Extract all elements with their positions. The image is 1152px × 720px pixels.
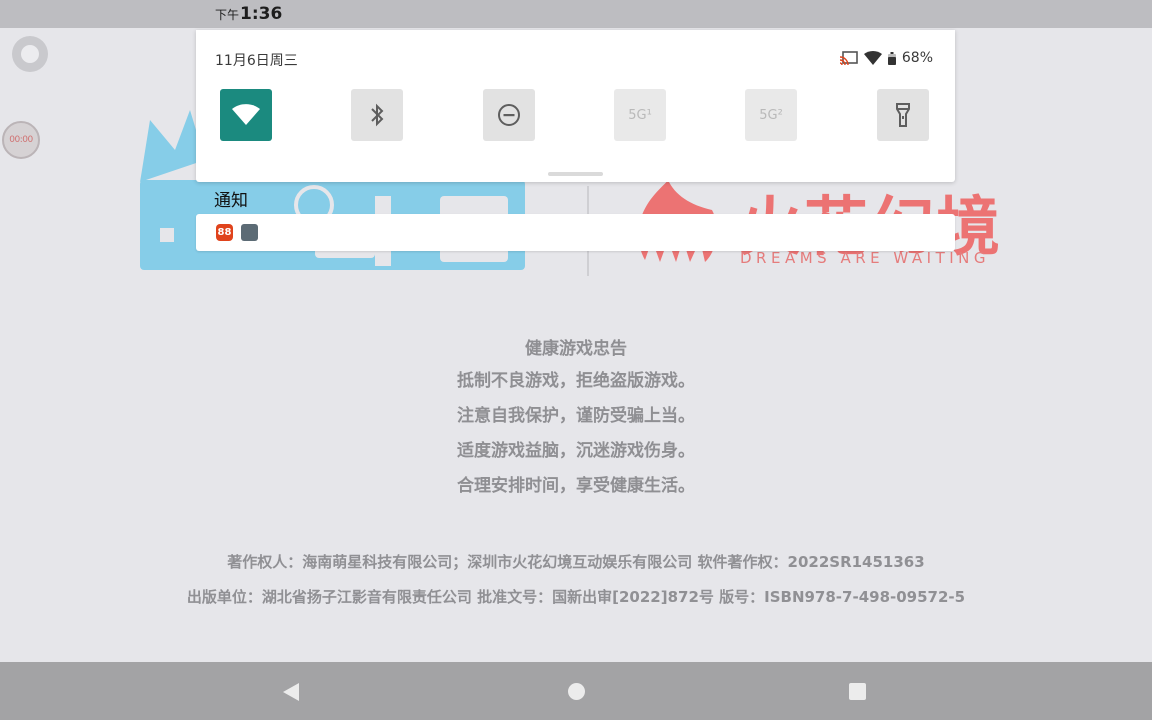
copyright-line: 著作权人：海南萌星科技有限公司；深圳市火花幻境互动娱乐有限公司 软件著作权：20… xyxy=(227,553,925,571)
record-timer: 00:00 xyxy=(9,135,33,145)
health-notice: 健康游戏忠告 抵制不良游戏，拒绝盗版游戏。 注意自我保护，谨防受骗上当。 适度游… xyxy=(0,334,1152,510)
notification-card[interactable]: 88 xyxy=(196,214,955,251)
do-not-disturb-icon xyxy=(498,104,520,126)
5g-sim2-label: 5G² xyxy=(759,107,783,123)
status-clock: 下午1:36 xyxy=(215,4,282,24)
wifi-signal-icon xyxy=(863,51,882,65)
clock-time: 1:36 xyxy=(240,4,283,24)
status-bar: 下午1:36 xyxy=(0,0,1152,28)
flashlight-icon xyxy=(896,103,910,127)
screen-record-button[interactable]: 00:00 xyxy=(2,121,40,159)
5g-sim1-label: 5G¹ xyxy=(628,107,652,123)
5g-sim2-tile[interactable]: 5G² xyxy=(745,89,797,141)
wifi-icon xyxy=(232,104,260,125)
wifi-tile[interactable] xyxy=(220,89,272,141)
do-not-disturb-tile[interactable] xyxy=(483,89,535,141)
battery-percent: 68% xyxy=(901,50,933,66)
app-notification-icon-secondary xyxy=(241,224,258,241)
clock-prefix: 下午 xyxy=(215,8,240,22)
bluetooth-tile[interactable] xyxy=(351,89,403,141)
floating-ball-button[interactable] xyxy=(12,36,48,72)
health-line: 抵制不良游戏，拒绝盗版游戏。 xyxy=(457,371,695,391)
qs-date: 11月6日周三 xyxy=(215,53,298,69)
publisher-line: 出版单位：湖北省扬子江影音有限责任公司 批准文号：国新出审[2022]872号 … xyxy=(186,588,966,606)
notifications-title: 通知 xyxy=(214,191,248,211)
app-notification-icon: 88 xyxy=(216,224,233,241)
back-button[interactable] xyxy=(283,683,299,701)
panel-drag-handle[interactable] xyxy=(548,172,603,176)
quick-settings-panel: 11月6日周三 68% 5G¹ 5G² xyxy=(196,30,955,182)
5g-sim1-tile[interactable]: 5G¹ xyxy=(614,89,666,141)
brand-tagline: DREAMS ARE WAITING xyxy=(740,249,990,267)
cast-icon xyxy=(839,51,858,65)
recents-button[interactable] xyxy=(849,683,866,700)
bluetooth-icon xyxy=(371,103,384,127)
health-title: 健康游戏忠告 xyxy=(525,339,627,359)
home-button[interactable] xyxy=(568,683,585,700)
health-line: 适度游戏益脑，沉迷游戏伤身。 xyxy=(457,441,695,461)
qs-status-icons: 68% xyxy=(839,50,933,66)
health-line: 合理安排时间，享受健康生活。 xyxy=(457,476,695,496)
flashlight-tile[interactable] xyxy=(877,89,929,141)
health-line: 注意自我保护，谨防受骗上当。 xyxy=(457,406,695,426)
battery-icon xyxy=(887,51,896,65)
